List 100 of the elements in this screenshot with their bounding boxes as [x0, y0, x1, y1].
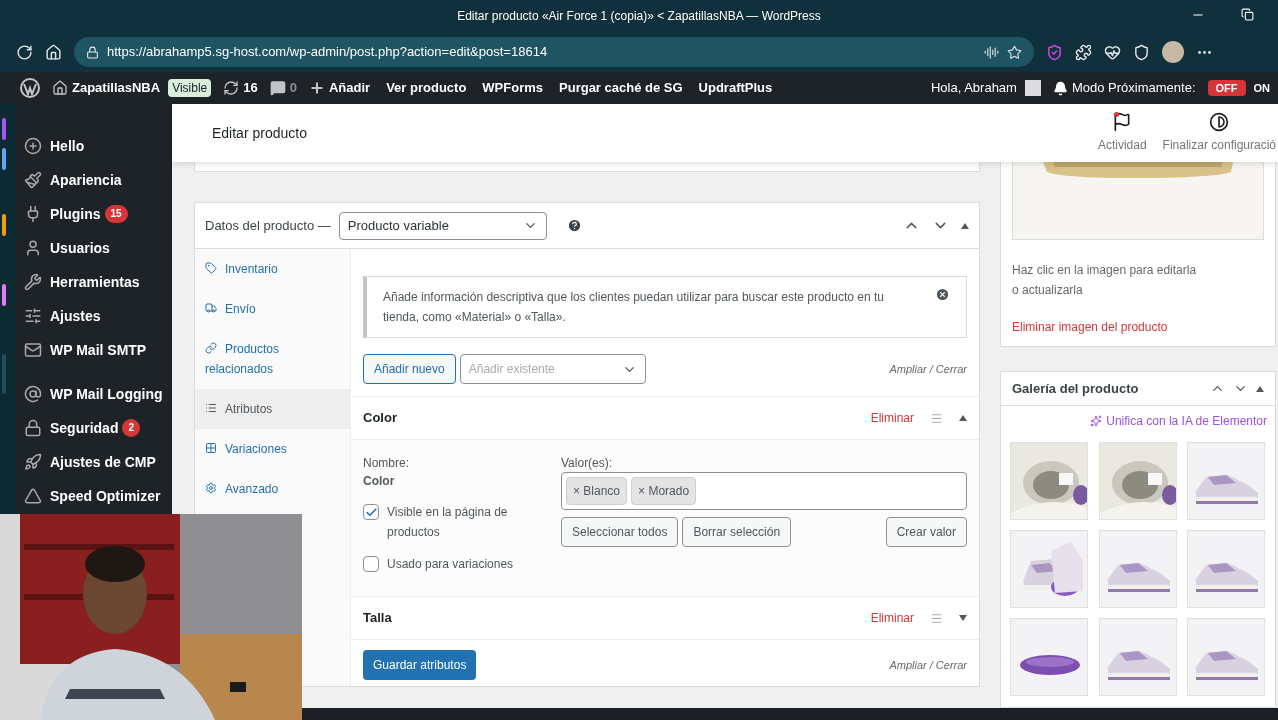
- truck-icon: [205, 302, 217, 314]
- mail-icon: [24, 341, 42, 359]
- plus-icon[interactable]: [309, 80, 325, 96]
- count-badge: 15: [104, 205, 128, 223]
- close-icon[interactable]: [935, 287, 950, 302]
- read-aloud-icon[interactable]: [984, 44, 999, 60]
- ai-link[interactable]: Unifica con la IA de Elementor: [1106, 412, 1267, 430]
- add-new-button[interactable]: Añadir nuevo: [363, 354, 456, 384]
- drag-handle-icon[interactable]: [930, 611, 943, 625]
- attribute-button[interactable]: Borrar selección: [682, 517, 792, 547]
- product-type-select[interactable]: Producto variable: [338, 211, 547, 240]
- caret-up-icon[interactable]: [1256, 385, 1264, 392]
- lock-icon: [24, 419, 42, 437]
- sidebar-item[interactable]: WP Mail Logging: [16, 377, 172, 411]
- checkbox-label: Usado para variaciones: [387, 556, 514, 573]
- updates-count: 16: [243, 79, 258, 98]
- remove-link[interactable]: Eliminar: [870, 609, 914, 627]
- product-data-tab[interactable]: Variaciones: [195, 429, 350, 469]
- checkbox[interactable]: [363, 556, 379, 572]
- attribute-button[interactable]: Crear valor: [885, 517, 967, 547]
- notice-text: Añade información descriptiva que los clientes puedan utilizar para buscar este producto en tu tienda, como «Material» o «Talla».: [383, 289, 885, 326]
- sidebar-item[interactable]: Usuarios: [16, 231, 172, 265]
- gear-icon: [205, 482, 217, 494]
- sidebar-item[interactable]: Seguridad 2: [16, 411, 172, 445]
- values-label: Valor(es):: [561, 455, 614, 472]
- admin-bar-link[interactable]: WPForms: [482, 78, 543, 98]
- expand-collapse-link[interactable]: Ampliar / Cerrar: [889, 360, 967, 378]
- header-action[interactable]: Finalizar configuració: [1162, 112, 1276, 154]
- product-data-tab[interactable]: Atributos: [195, 389, 350, 429]
- product-data-tab[interactable]: Avanzado: [195, 469, 350, 509]
- triangle-icon: [24, 487, 42, 505]
- sidebar-item[interactable]: Ajustes de CMP: [16, 445, 172, 479]
- values-field[interactable]: × Blanco × Morado: [561, 472, 967, 510]
- header-action[interactable]: Actividad: [1097, 112, 1147, 154]
- shield-outline-icon[interactable]: [1133, 43, 1150, 61]
- home-icon[interactable]: [45, 43, 62, 61]
- page-title: Editar producto: [212, 123, 307, 143]
- product-data-tab[interactable]: Envío: [195, 289, 350, 329]
- admin-bar-link[interactable]: UpdraftPlus: [698, 78, 773, 98]
- tag-icon: [205, 262, 217, 274]
- comments-count: 0: [289, 79, 297, 98]
- sidebar-item[interactable]: Ajustes: [16, 299, 172, 333]
- site-link[interactable]: ZapatillasNBA: [72, 78, 161, 98]
- expand-collapse-link[interactable]: Ampliar / Cerrar: [889, 656, 967, 674]
- checkbox-label: Visible en la página de productos: [387, 504, 509, 541]
- attribute-name: Color: [363, 409, 397, 428]
- count-badge: 2: [122, 419, 141, 437]
- remove-link[interactable]: Eliminar: [870, 409, 914, 427]
- bell-icon: [1052, 80, 1068, 96]
- sidebar-item[interactable]: WP Mail SMTP: [16, 333, 172, 367]
- product-data-label: Datos del producto —: [205, 216, 331, 235]
- admin-bar-link[interactable]: Ver producto: [386, 78, 467, 98]
- heart-icon[interactable]: [1104, 43, 1121, 61]
- window-title: Editar producto «Air Force 1 (copia)» < ZapatillasNBA — WordPress: [457, 8, 821, 25]
- coming-soon-label: Modo Próximamente:: [1071, 79, 1196, 98]
- caret-up-icon[interactable]: [961, 222, 969, 229]
- sidebar-item[interactable]: Plugins 15: [16, 197, 172, 231]
- admin-bar-link[interactable]: Purgar caché de SG: [559, 78, 683, 98]
- admin-bar-link[interactable]: Añadir: [329, 78, 371, 98]
- visibility-badge: Visible: [168, 79, 212, 97]
- sidebar-item[interactable]: Speed Optimizer: [16, 479, 172, 513]
- wordpress-logo-icon[interactable]: [20, 78, 40, 98]
- paintbrush-icon: [24, 171, 42, 189]
- help-icon[interactable]: [566, 218, 582, 233]
- list-icon: [205, 402, 217, 414]
- refresh-icon[interactable]: [16, 43, 33, 61]
- rocket-icon: [24, 453, 42, 471]
- sparkles-icon: [1090, 415, 1103, 427]
- address-field[interactable]: https://abrahamp5.sg-host.com/wp-admin/post.php?action=edit&post=18614: [74, 37, 1034, 67]
- sliders-icon: [24, 307, 42, 325]
- product-data-tab[interactable]: Productos relacionados: [195, 329, 350, 389]
- wrench-icon: [24, 273, 42, 291]
- caret-up-icon[interactable]: [959, 415, 967, 421]
- save-attributes-button[interactable]: Guardar atributos: [363, 650, 477, 680]
- link-icon: [205, 342, 217, 354]
- restore-icon[interactable]: [1241, 8, 1254, 21]
- remove-image-link[interactable]: Eliminar imagen del producto: [1012, 318, 1264, 336]
- sidebar-item[interactable]: Apariencia: [16, 163, 172, 197]
- attribute-button[interactable]: Seleccionar todos: [561, 517, 679, 547]
- lock-icon: [86, 45, 99, 59]
- value-tag[interactable]: × Morado: [631, 477, 697, 505]
- sidebar-item[interactable]: Hello: [16, 129, 172, 163]
- caret-down-icon[interactable]: [959, 615, 967, 621]
- plus-circle-icon: [24, 137, 42, 155]
- comment-icon[interactable]: [269, 80, 286, 96]
- avatar-icon[interactable]: [1162, 41, 1184, 63]
- greeting-link[interactable]: Hola, Abraham: [930, 78, 1017, 98]
- drag-handle-icon[interactable]: [930, 411, 943, 425]
- product-data-tab[interactable]: Inventario: [195, 249, 350, 289]
- contrast-icon: [1209, 112, 1230, 132]
- favorite-icon[interactable]: [1007, 44, 1022, 60]
- sidebar-item[interactable]: Herramientas: [16, 265, 172, 299]
- check-icon: [364, 505, 378, 519]
- checkbox[interactable]: [363, 504, 379, 520]
- shield-icon[interactable]: [1046, 43, 1063, 61]
- avatar-icon: [1024, 80, 1041, 96]
- grid-icon: [205, 442, 217, 454]
- updates-icon[interactable]: [223, 80, 240, 96]
- value-tag[interactable]: × Blanco: [566, 477, 628, 505]
- puzzle-icon[interactable]: [1075, 43, 1092, 61]
